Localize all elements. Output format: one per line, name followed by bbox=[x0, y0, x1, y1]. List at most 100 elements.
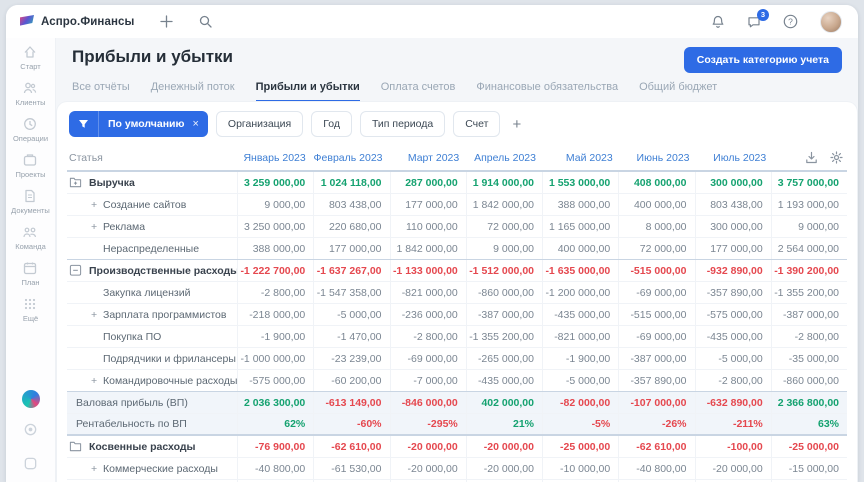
row-label: Производственные расходы bbox=[89, 264, 237, 277]
add-filter-icon[interactable]: + bbox=[508, 116, 525, 133]
create-category-button[interactable]: Создать категорию учета bbox=[683, 47, 842, 73]
table-cell: 177 000,00 bbox=[694, 238, 771, 259]
table-cell: -20 000,00 bbox=[389, 458, 466, 479]
table-cell: 177 000,00 bbox=[389, 194, 466, 215]
sidebar-item-7[interactable]: План bbox=[11, 260, 50, 287]
extra-app-icon-1[interactable] bbox=[23, 422, 38, 442]
extra-app-icon-2[interactable] bbox=[23, 456, 38, 476]
table-cell: -1 900,00 bbox=[542, 348, 618, 369]
table-cell: 3 757 000,00 bbox=[770, 172, 847, 193]
row-label: Реклама bbox=[103, 220, 146, 233]
download-icon[interactable] bbox=[805, 151, 818, 164]
tab-5[interactable]: Финансовые обязательства bbox=[476, 81, 618, 102]
row-label: Закупка лицензий bbox=[103, 286, 191, 299]
sidebar-item-6[interactable]: Команда bbox=[11, 224, 50, 251]
table-cell: 1 193 000,00 bbox=[770, 194, 847, 215]
filter-row: По умолчанию × Организация Год Тип периода… bbox=[57, 102, 857, 145]
column-header-month: Май 2023 bbox=[565, 151, 613, 164]
table-cell: 177 000,00 bbox=[313, 238, 389, 259]
sidebar-item-1[interactable]: Старт bbox=[11, 44, 50, 71]
table-cell: -1 355 200,00 bbox=[770, 282, 847, 303]
app-logo[interactable]: Аспро.Финансы bbox=[20, 15, 134, 28]
folder-plus-icon[interactable] bbox=[69, 176, 82, 189]
table-cell: -236 000,00 bbox=[389, 304, 466, 325]
table-cell: -2 800,00 bbox=[389, 326, 466, 347]
table-cell: 220 680,00 bbox=[313, 216, 389, 237]
table-cell: 62% bbox=[237, 414, 313, 434]
sidebar-bottom bbox=[21, 390, 40, 482]
tab-1[interactable]: Все отчёты bbox=[72, 81, 130, 102]
table-cell: 2 366 800,00 bbox=[770, 392, 847, 413]
table-cell: -1 512 000,00 bbox=[465, 260, 542, 281]
filter-chip-4[interactable]: Счет bbox=[453, 111, 501, 137]
app-logo-text: Аспро.Финансы bbox=[41, 15, 135, 28]
table-cell: -860 000,00 bbox=[465, 282, 542, 303]
tab-2[interactable]: Денежный поток bbox=[151, 81, 235, 102]
table-cell: -1 200 000,00 bbox=[542, 282, 618, 303]
help-icon[interactable]: ? bbox=[783, 14, 798, 29]
close-icon[interactable]: × bbox=[190, 118, 207, 130]
table-cell: -515 000,00 bbox=[618, 260, 694, 281]
default-filter-chip[interactable]: По умолчанию × bbox=[69, 111, 208, 137]
chat-icon[interactable]: 3 bbox=[747, 8, 769, 29]
sidebar-item-4[interactable]: Проекты bbox=[11, 152, 50, 179]
report-card: По умолчанию × Организация Год Тип периода… bbox=[57, 102, 857, 482]
tab-3[interactable]: Прибыли и убытки bbox=[255, 81, 360, 102]
table-cell: -1 637 267,00 bbox=[313, 260, 389, 281]
filter-chip-1[interactable]: Организация bbox=[215, 111, 304, 137]
table-cell: -5 000,00 bbox=[313, 304, 389, 325]
table-cell: 1 024 118,00 bbox=[313, 172, 389, 193]
tab-6[interactable]: Общий бюджет bbox=[639, 81, 717, 102]
page-title: Прибыли и убытки bbox=[72, 47, 233, 66]
table-cell: 9 000,00 bbox=[770, 216, 847, 237]
avatar[interactable] bbox=[820, 10, 842, 33]
table-cell: -20 000,00 bbox=[389, 436, 466, 457]
report-tabs: Все отчёты Денежный поток Прибыли и убытки… bbox=[56, 73, 858, 102]
table-cell: -357 890,00 bbox=[694, 282, 771, 303]
bell-icon[interactable] bbox=[711, 15, 725, 29]
aspro-app-icon[interactable] bbox=[21, 390, 40, 408]
table-row: Косвенные расходы -76 900,00 -62 610,00 -20… bbox=[67, 435, 847, 457]
sidebar-item-5[interactable]: Документы bbox=[11, 188, 50, 215]
table-cell: -515 000,00 bbox=[618, 304, 694, 325]
table-row: Валовая прибыль (ВП) 2 036 300,00 -613 149… bbox=[67, 391, 847, 413]
table-cell: -25 000,00 bbox=[542, 436, 618, 457]
table-row: +Нераспределенные388 000,00177 000,001 8… bbox=[67, 237, 847, 259]
sidebar-item-label: Команда bbox=[15, 242, 46, 251]
gear-icon[interactable] bbox=[830, 151, 843, 164]
table-cell: -265 000,00 bbox=[465, 348, 542, 369]
expand-plus-icon: + bbox=[91, 374, 98, 387]
table-cell: 3 259 000,00 bbox=[237, 172, 313, 193]
add-icon[interactable] bbox=[160, 15, 174, 28]
filter-chip-3[interactable]: Тип периода bbox=[359, 111, 446, 137]
report-table: Статья Январь 2023 Февраль 2023 Март 2023 Ап… bbox=[57, 145, 857, 482]
sidebar-item-label: План bbox=[21, 278, 40, 287]
expand-plus-icon: + bbox=[91, 243, 103, 255]
table-cell: 9 000,00 bbox=[237, 194, 313, 215]
sidebar-item-8[interactable]: Ещё bbox=[11, 296, 50, 323]
sidebar-item-3[interactable]: Операции bbox=[11, 116, 50, 143]
table-cell: -1 390 200,00 bbox=[770, 260, 847, 281]
table-cell: 803 438,00 bbox=[694, 194, 771, 215]
search-icon[interactable] bbox=[199, 15, 213, 28]
folder-icon[interactable] bbox=[69, 440, 82, 453]
table-cell: 72 000,00 bbox=[618, 238, 694, 259]
table-cell: -821 000,00 bbox=[389, 282, 466, 303]
table-cell: -40 800,00 bbox=[237, 458, 313, 479]
table-cell: -575 000,00 bbox=[694, 304, 771, 325]
table-cell: 1 842 000,00 bbox=[465, 194, 542, 215]
table-cell: -5 000,00 bbox=[542, 370, 618, 391]
table-row: Рентабельность по ВП 62% -60% -295% 21% -5% -2… bbox=[67, 413, 847, 435]
table-row: + Командировочные расходы -575 000,00 -60 2… bbox=[67, 369, 847, 391]
table-cell: -69 000,00 bbox=[618, 282, 694, 303]
minus-square-icon[interactable] bbox=[69, 264, 82, 277]
sidebar-item-2[interactable]: Клиенты bbox=[11, 80, 50, 107]
clients-icon bbox=[22, 80, 38, 96]
start-icon bbox=[22, 44, 38, 60]
sidebar-items: Старт Клиенты Операции Проекты Документы Кома… bbox=[11, 44, 50, 332]
row-label: Валовая прибыль (ВП) bbox=[76, 396, 188, 409]
table-cell: -23 239,00 bbox=[313, 348, 389, 369]
tab-4[interactable]: Оплата счетов bbox=[381, 81, 456, 102]
filter-chip-2[interactable]: Год bbox=[311, 111, 352, 137]
table-row: + Создание сайтов 9 000,00 803 438,00 177 00… bbox=[67, 193, 847, 215]
